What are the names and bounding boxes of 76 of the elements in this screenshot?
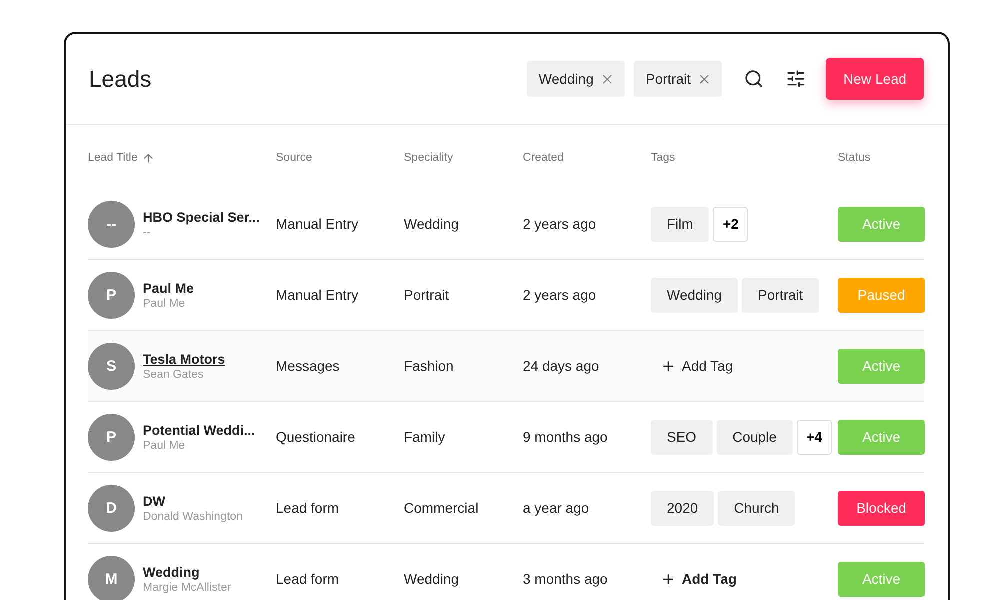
avatar: S: [88, 342, 135, 390]
status-badge: Active: [838, 420, 925, 454]
lead-row[interactable]: D DW Donald Washington Lead form Commercial a year ago 2020 Church Blocked: [88, 473, 924, 544]
lead-contact: Paul Me: [143, 298, 186, 310]
source-cell-text: Messages: [276, 358, 341, 374]
status-badge: Blocked: [838, 490, 925, 526]
tag: Couple: [716, 420, 793, 454]
avatar: --: [88, 200, 135, 248]
plus-icon: [661, 358, 676, 374]
column-header[interactable]: Lead Title: [88, 152, 276, 164]
avatar: D: [88, 484, 135, 532]
column-header[interactable]: Status: [838, 152, 925, 164]
add-tag-button[interactable]: Add Tag: [651, 358, 744, 374]
lead-row[interactable]: P Paul Me Paul Me Manual Entry Portrait 2 years ago Wedding Portrait Paused: [88, 260, 924, 331]
lead-row[interactable]: P Potential Weddi... Paul Me Questionaire Family 9 months ago SEO Couple +4 Active: [88, 402, 924, 473]
lead-title: Paul Me: [143, 280, 194, 296]
lead-title: Potential Weddi...: [143, 422, 256, 438]
tag: Film: [651, 206, 710, 242]
column-header[interactable]: Created: [523, 152, 651, 164]
avatar: P: [88, 272, 135, 318]
status-badge: Active: [838, 206, 925, 242]
created-cell-text: 2 years ago: [523, 287, 598, 303]
filter-chip[interactable]: Portrait: [634, 61, 722, 97]
lead-row[interactable]: S Tesla Motors Sean Gates Messages Fashion 24 days ago Add Tag Active: [88, 331, 924, 402]
tag: SEO: [651, 420, 713, 454]
column-header[interactable]: Tags: [651, 152, 838, 164]
tag: 2020: [651, 490, 714, 526]
speciality-cell-text: Portrait: [404, 287, 450, 303]
plus-icon: [661, 572, 676, 586]
source-cell-text: Questionaire: [276, 429, 356, 445]
lead-contact: Paul Me: [143, 440, 186, 452]
speciality-cell-text: Wedding: [404, 571, 460, 587]
source-cell-text: Lead form: [276, 571, 340, 587]
filter-settings-button[interactable]: [786, 69, 806, 89]
created-cell-text: 3 months ago: [523, 571, 609, 587]
lead-contact: --: [143, 226, 152, 238]
status-badge: Active: [838, 562, 925, 596]
speciality-cell-text: Wedding: [404, 216, 460, 232]
more-tags-button[interactable]: +4: [796, 420, 832, 454]
tag: Portrait: [742, 278, 820, 312]
tag: Church: [718, 490, 796, 526]
more-tags-button[interactable]: +2: [713, 206, 748, 242]
page-title: Leads: [89, 66, 153, 92]
status-badge: Active: [838, 348, 925, 384]
filter-label: Wedding: [538, 71, 594, 87]
lead-title: Wedding: [143, 564, 201, 580]
sort-arrow-icon: [142, 152, 155, 164]
lead-title: HBO Special Ser...: [143, 210, 260, 224]
lead-contact: Sean Gates: [143, 368, 205, 380]
search-button[interactable]: [744, 69, 764, 89]
avatar: M: [88, 556, 135, 600]
avatar: P: [88, 414, 135, 460]
tag: Wedding: [651, 278, 738, 312]
lead-title: Tesla Motors: [143, 352, 226, 366]
source-cell-text: Manual Entry: [276, 216, 360, 232]
speciality-cell-text: Fashion: [404, 358, 455, 374]
status-badge: Paused: [838, 278, 925, 312]
filter-label: Portrait: [646, 71, 691, 87]
speciality-cell-text: Family: [404, 429, 446, 445]
column-header[interactable]: Speciality: [404, 152, 523, 164]
source-cell-text: Manual Entry: [276, 287, 360, 303]
created-cell-text: 2 years ago: [523, 216, 598, 232]
speciality-cell-text: Commercial: [404, 500, 480, 516]
lead-contact: Donald Washington: [143, 510, 243, 522]
add-tag-button[interactable]: Add Tag: [651, 571, 747, 587]
created-cell-text: 9 months ago: [523, 429, 609, 445]
lead-row[interactable]: M Wedding Margie McAllister Lead form Wedding 3 months ago Add Tag Active: [88, 544, 924, 600]
lead-row[interactable]: -- HBO Special Ser... -- Manual Entry Wedding 2 years ago Film +2 Active: [88, 189, 924, 260]
lead-title: DW: [143, 494, 166, 508]
new-lead-button[interactable]: New Lead: [826, 58, 924, 100]
source-cell-text: Lead form: [276, 500, 340, 516]
created-cell-text: a year ago: [523, 500, 590, 516]
lead-contact: Margie McAllister: [143, 582, 232, 594]
created-cell-text: 24 days ago: [523, 358, 600, 374]
column-header[interactable]: Source: [276, 152, 404, 164]
filter-chip[interactable]: Wedding: [526, 61, 625, 97]
